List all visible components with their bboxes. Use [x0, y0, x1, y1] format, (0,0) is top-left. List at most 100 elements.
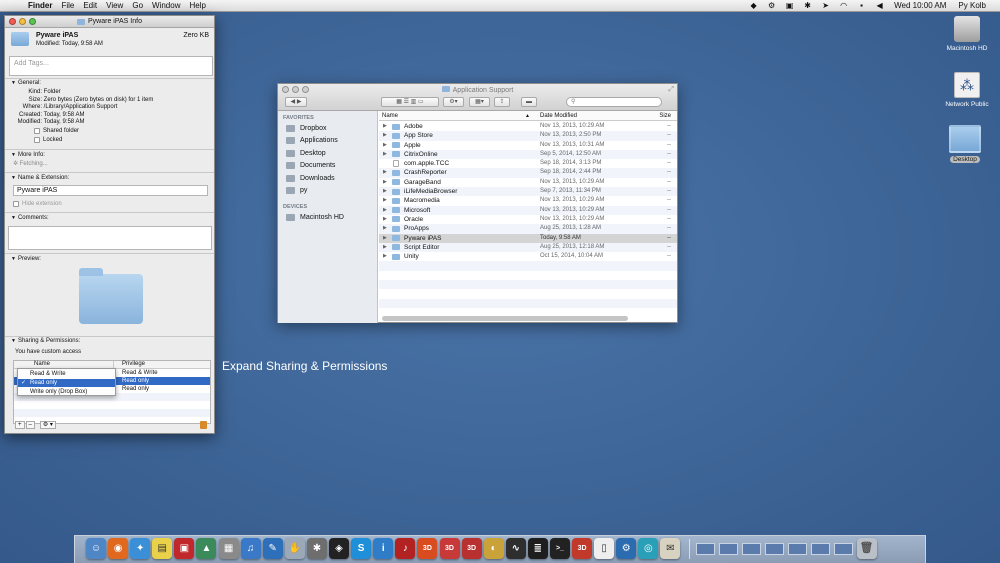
- disclosure-right-icon[interactable]: ▶: [383, 179, 387, 185]
- disclosure-right-icon[interactable]: ▶: [383, 207, 387, 213]
- volume-icon[interactable]: ◀: [875, 1, 884, 10]
- comments-field[interactable]: [8, 226, 212, 250]
- hide-extension-checkbox[interactable]: Hide extension: [13, 201, 62, 207]
- 3d-app-2-icon[interactable]: 3D: [439, 538, 460, 559]
- file-row[interactable]: ▶ CitrixOnline Sep 5, 2014, 12:50 AM --: [379, 149, 677, 160]
- minimized-window-thumbnail[interactable]: [695, 543, 715, 555]
- comments-section-toggle[interactable]: ▼ Comments:: [11, 215, 49, 221]
- checkbox-box[interactable]: [13, 201, 19, 207]
- horizontal-scrollbar[interactable]: [382, 316, 628, 321]
- name-extension-section-toggle[interactable]: ▼ Name & Extension:: [11, 175, 69, 181]
- action-gear-button[interactable]: ⚙▾: [443, 97, 464, 107]
- globe-icon[interactable]: ◎: [638, 538, 659, 559]
- finder-icon[interactable]: ☺: [86, 538, 106, 559]
- lock-icon[interactable]: ▪: [857, 1, 866, 10]
- disclosure-right-icon[interactable]: ▶: [383, 197, 387, 203]
- privilege-popup[interactable]: Read only: [114, 378, 149, 384]
- settings-icon[interactable]: ⚙: [616, 538, 637, 559]
- file-row[interactable]: com.apple.TCC Sep 18, 2014, 3:13 PM --: [379, 159, 677, 168]
- file-row[interactable]: ▶ iLifeMediaBrowser Sep 7, 2013, 11:34 PM -…: [379, 187, 677, 197]
- menu-window[interactable]: Window: [152, 1, 180, 10]
- arrange-button[interactable]: ▦▾: [469, 97, 490, 107]
- zoom-button[interactable]: [29, 18, 36, 25]
- console-icon[interactable]: ≣: [527, 538, 548, 559]
- add-user-button[interactable]: +: [15, 421, 25, 429]
- sidebar-item-home[interactable]: py: [286, 187, 307, 194]
- disclosure-right-icon[interactable]: ▶: [383, 123, 387, 129]
- photos-icon[interactable]: ▦: [218, 538, 239, 559]
- minimized-window-thumbnail[interactable]: [787, 543, 807, 555]
- envelope-icon[interactable]: ✉: [660, 538, 681, 559]
- file-row[interactable]: ▶ App Store Nov 13, 2013, 2:50 PM --: [379, 131, 677, 141]
- menu-go[interactable]: Go: [132, 1, 143, 10]
- shared-folder-checkbox[interactable]: Shared folder: [34, 128, 79, 134]
- sidebar-item-applications[interactable]: Applications: [286, 137, 338, 144]
- privilege-column-header[interactable]: Privilege: [114, 361, 145, 368]
- disclosure-right-icon[interactable]: ▶: [383, 225, 387, 231]
- preview-icon[interactable]: ✋: [284, 538, 305, 559]
- locked-checkbox[interactable]: Locked: [34, 137, 62, 143]
- tags-field[interactable]: Add Tags...: [9, 56, 213, 76]
- file-row[interactable]: ▶ Script Editor Aug 25, 2013, 12:18 AM --: [379, 242, 677, 253]
- name-field[interactable]: Pyware iPAS: [13, 185, 208, 196]
- menu-help[interactable]: Help: [189, 1, 205, 10]
- xcode-icon[interactable]: ✎: [262, 538, 283, 559]
- file-row[interactable]: ▶ Adobe Nov 13, 2013, 10:29 AM --: [379, 122, 677, 131]
- terminal-icon[interactable]: >_: [549, 538, 570, 559]
- info-icon[interactable]: i: [373, 538, 394, 559]
- menu-item-read-write[interactable]: Read & Write: [18, 370, 115, 378]
- activity-monitor-icon[interactable]: ∿: [505, 538, 526, 559]
- search-input[interactable]: ⚲: [566, 97, 662, 107]
- minimized-window-thumbnail[interactable]: [741, 543, 761, 555]
- menubar-clock[interactable]: Wed 10:00 AM: [894, 1, 946, 10]
- name-column-header[interactable]: Name: [382, 113, 398, 119]
- tags-button[interactable]: ▬: [521, 97, 537, 107]
- unity-icon[interactable]: ◈: [329, 538, 350, 559]
- itunes-icon[interactable]: ♫: [240, 538, 261, 559]
- disclosure-right-icon[interactable]: ▶: [383, 216, 387, 222]
- info-titlebar[interactable]: Pyware iPAS Info: [5, 16, 214, 28]
- privilege-popup[interactable]: Read only: [114, 386, 149, 392]
- menu-edit[interactable]: Edit: [83, 1, 97, 10]
- disclosure-right-icon[interactable]: ▶: [383, 253, 387, 259]
- textedit-icon[interactable]: ▯: [594, 538, 615, 559]
- file-row[interactable]: ▶ Unity Oct 15, 2014, 10:04 AM --: [379, 252, 677, 261]
- minimized-window-thumbnail[interactable]: [764, 543, 784, 555]
- file-row[interactable]: ▶ Pyware iPAS Today, 9:58 AM --: [379, 233, 677, 243]
- disclosure-right-icon[interactable]: ▶: [383, 151, 387, 157]
- checkbox-box[interactable]: [34, 128, 40, 134]
- desktop-item-desktop[interactable]: Desktop: [935, 125, 995, 163]
- trash-icon[interactable]: 🗑: [856, 538, 877, 559]
- menu-file[interactable]: File: [61, 1, 74, 10]
- disclosure-right-icon[interactable]: ▶: [383, 244, 387, 250]
- firefox-icon[interactable]: ◉: [108, 538, 129, 559]
- skype-icon[interactable]: S: [351, 538, 372, 559]
- name-column-header[interactable]: Name: [14, 361, 114, 368]
- remove-user-button[interactable]: –: [25, 421, 35, 429]
- bluetooth-icon[interactable]: ✱: [803, 1, 812, 10]
- sidebar-item-dropbox[interactable]: Dropbox: [286, 125, 326, 132]
- sidebar-item-desktop[interactable]: Desktop: [286, 150, 326, 157]
- garageband-icon[interactable]: ♪: [395, 538, 416, 559]
- disclosure-right-icon[interactable]: ▶: [383, 132, 387, 138]
- view-mode-buttons[interactable]: ▦ ☰ ▥ ▭: [381, 97, 439, 107]
- 3d-app-4-icon[interactable]: 3D: [572, 538, 593, 559]
- safari-icon[interactable]: ✦: [130, 538, 151, 559]
- sharing-section-toggle[interactable]: ▼ Sharing & Permissions:: [11, 338, 80, 344]
- file-row[interactable]: ▶ Apple Nov 13, 2013, 10:31 AM --: [379, 141, 677, 150]
- checkbox-box[interactable]: [34, 137, 40, 143]
- app-store-icon[interactable]: ▲: [196, 538, 217, 559]
- disclosure-right-icon[interactable]: ▶: [383, 142, 387, 148]
- minimized-window-thumbnail[interactable]: [718, 543, 738, 555]
- more-info-section-toggle[interactable]: ▼ More Info:: [11, 152, 45, 158]
- cardhop-icon[interactable]: ▣: [785, 1, 794, 10]
- date-column-header[interactable]: Date Modified: [540, 113, 577, 119]
- desktop-item-network-public[interactable]: ⁂ Network Public: [937, 72, 997, 108]
- file-row[interactable]: ▶ Macromedia Nov 13, 2013, 10:29 AM --: [379, 196, 677, 205]
- wifi-icon[interactable]: ◠: [839, 1, 848, 10]
- close-button[interactable]: [9, 18, 16, 25]
- disclosure-right-icon[interactable]: ▶: [383, 235, 387, 241]
- back-forward-buttons[interactable]: ◀ ▶: [285, 97, 307, 107]
- file-row[interactable]: ▶ Microsoft Nov 13, 2013, 10:29 AM --: [379, 205, 677, 215]
- general-section-toggle[interactable]: ▼ General:: [11, 80, 41, 86]
